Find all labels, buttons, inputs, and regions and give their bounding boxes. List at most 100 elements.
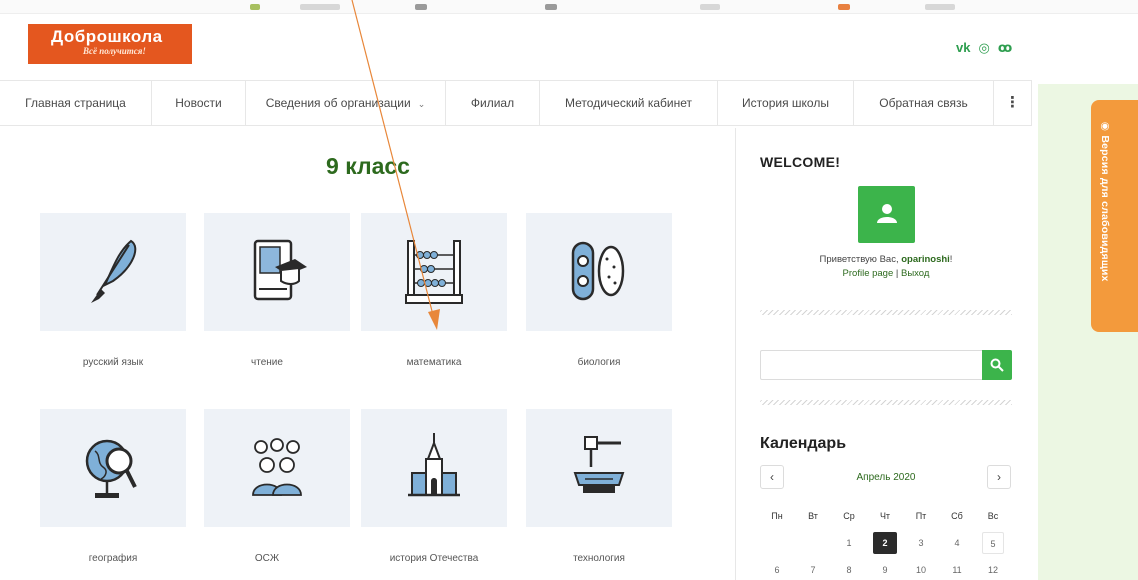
nav-item-school-history[interactable]: История школы: [718, 81, 854, 125]
hatched-divider: [760, 310, 1012, 315]
chevron-right-icon: ›: [997, 470, 1001, 484]
nav-label: Новости: [175, 96, 222, 110]
subject-tile-russian[interactable]: [40, 213, 186, 331]
calendar-day[interactable]: 10: [906, 559, 936, 580]
profile-link[interactable]: Profile page: [843, 268, 894, 279]
calendar-month: Апрель 2020: [856, 472, 916, 483]
nav-label: Сведения об организации: [265, 96, 411, 110]
site-logo[interactable]: Доброшкола Всё получится!: [28, 24, 192, 64]
nav-item-news[interactable]: Новости: [152, 81, 246, 125]
search-icon: [990, 358, 1004, 372]
nav-item-organization[interactable]: Сведения об организации ⌄: [246, 81, 446, 125]
calendar-day[interactable]: 6: [762, 559, 792, 580]
link-separator: |: [893, 268, 901, 279]
book-with-graduation-cap-icon: [253, 239, 307, 301]
weekday-label: Пт: [915, 511, 927, 521]
calendar-grid: Пн Вт Ср Чт Пт Сб Вс 1 2 3 4 5 6 7 8 9 1…: [760, 505, 1012, 580]
more-vertical-icon: ⋮: [1005, 94, 1020, 111]
nav-item-methodical-office[interactable]: Методический кабинет: [540, 81, 718, 125]
calendar-day[interactable]: 1: [834, 532, 864, 554]
globe-magnifier-icon: [85, 439, 137, 498]
logo-title: Доброшкола: [51, 27, 163, 46]
cathedral-icon: [408, 433, 460, 497]
calendar-day[interactable]: 11: [942, 559, 972, 580]
subject-tile-reading[interactable]: [204, 213, 350, 331]
calendar-day[interactable]: 4: [942, 532, 972, 554]
subject-label[interactable]: русский язык: [40, 357, 186, 368]
hammer-anvil-icon: [573, 436, 625, 493]
nav-label: Обратная связь: [879, 96, 968, 110]
people-group-icon: [252, 438, 302, 496]
subject-label[interactable]: география: [40, 553, 186, 564]
nav-item-branch[interactable]: Филиал: [446, 81, 540, 125]
abacus-icon: [405, 240, 463, 304]
subject-tile-history[interactable]: [361, 409, 507, 527]
calendar-week: 1 2 3 4 5: [760, 532, 1012, 559]
weekday-label: Пн: [771, 511, 783, 521]
username: oparinoshi: [901, 254, 950, 265]
weekday-label: Сб: [951, 511, 963, 521]
page-title: 9 класс: [326, 153, 410, 179]
search-input[interactable]: [760, 350, 982, 380]
cell-icon: [571, 241, 625, 301]
nav-item-home[interactable]: Главная страница: [0, 81, 152, 125]
subject-label[interactable]: чтение: [194, 357, 340, 368]
subject-label[interactable]: ОСЖ: [194, 553, 340, 564]
weekday-label: Вт: [808, 511, 818, 521]
search-button[interactable]: [982, 350, 1012, 380]
calendar-day[interactable]: 8: [834, 559, 864, 580]
chevron-left-icon: ‹: [770, 470, 774, 484]
calendar-day[interactable]: 5: [982, 532, 1004, 554]
calendar-weekdays: Пн Вт Ср Чт Пт Сб Вс: [760, 505, 1012, 532]
avatar[interactable]: [858, 186, 915, 243]
subject-label[interactable]: история Отечества: [361, 553, 507, 564]
social-links: vk ◎ ꝏ: [956, 40, 1012, 56]
nav-label: Филиал: [470, 96, 515, 110]
subject-tile-biology[interactable]: [526, 213, 672, 331]
hatched-divider: [760, 400, 1012, 405]
subject-tile-geography[interactable]: [40, 409, 186, 527]
calendar-title: Календарь: [760, 435, 847, 452]
weekday-label: Ср: [843, 511, 855, 521]
calendar-day[interactable]: 3: [906, 532, 936, 554]
weekday-label: Чт: [879, 511, 891, 521]
nav-item-feedback[interactable]: Обратная связь: [854, 81, 994, 125]
accessibility-label: ◉ Версия для слабовидящих: [1099, 120, 1111, 282]
subject-label[interactable]: технология: [526, 553, 672, 564]
calendar-day[interactable]: 12: [978, 559, 1008, 580]
user-icon: [877, 204, 897, 223]
calendar-day[interactable]: 9: [870, 559, 900, 580]
nav-label: Главная страница: [25, 96, 126, 110]
logout-link[interactable]: Выход: [901, 268, 929, 279]
greeting-suffix: !: [949, 254, 953, 265]
greeting-text: Приветствую Вас,: [819, 254, 902, 265]
weekday-label: Вс: [987, 511, 999, 521]
accessibility-version-button[interactable]: ◉ Версия для слабовидящих: [1091, 100, 1138, 332]
main-navigation: Главная страница Новости Сведения об орг…: [0, 80, 1032, 126]
nav-label: История школы: [742, 96, 829, 110]
calendar-day[interactable]: 7: [798, 559, 828, 580]
subject-tile-technology[interactable]: [526, 409, 672, 527]
vk-icon[interactable]: vk: [956, 40, 970, 56]
subject-label[interactable]: биология: [526, 357, 672, 368]
welcome-heading: WELCOME!: [760, 154, 841, 170]
greeting-line: Приветствую Вас, oparinoshi!: [760, 253, 1012, 267]
subject-label[interactable]: математика: [361, 357, 507, 368]
account-links: Profile page | Выход: [760, 267, 1012, 281]
calendar-day-today[interactable]: 2: [873, 532, 897, 554]
chevron-down-icon: ⌄: [417, 99, 426, 109]
subject-tile-math[interactable]: [361, 213, 507, 331]
calendar-next-button[interactable]: ›: [987, 465, 1011, 489]
nav-label: Методический кабинет: [565, 96, 692, 110]
calendar-prev-button[interactable]: ‹: [760, 465, 784, 489]
browser-bookmarks-strip: [0, 0, 1138, 14]
sidebar-divider: [735, 128, 736, 580]
calendar-week: 6 7 8 9 10 11 12: [760, 559, 1012, 580]
instagram-icon[interactable]: ◎: [978, 40, 989, 56]
logo-tagline: Всё получится!: [83, 46, 146, 56]
greeting-block: Приветствую Вас, oparinoshi! Profile pag…: [760, 253, 1012, 281]
subject-tile-life-safety[interactable]: [204, 409, 350, 527]
quill-pen-icon: [91, 239, 137, 303]
odnoklassniki-icon[interactable]: ꝏ: [998, 40, 1012, 56]
nav-more-button[interactable]: ⋮: [994, 81, 1032, 125]
